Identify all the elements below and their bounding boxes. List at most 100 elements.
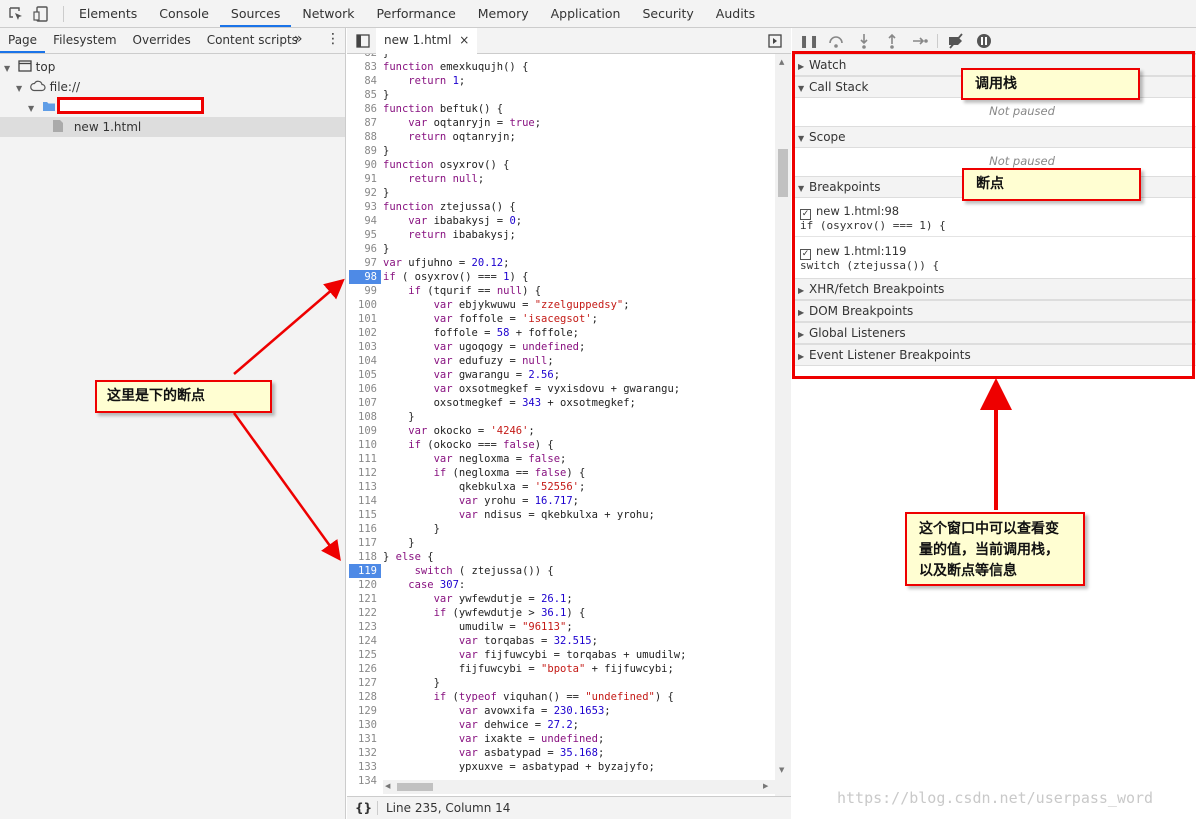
code-line[interactable]: 85}: [347, 88, 777, 102]
code-line[interactable]: 117 }: [347, 536, 777, 550]
code-line[interactable]: 120 case 307:: [347, 578, 777, 592]
line-number[interactable]: 126: [347, 662, 377, 676]
code-line[interactable]: 112 if (negloxma == false) {: [347, 466, 777, 480]
nav-tab-filesystem[interactable]: Filesystem: [45, 28, 124, 53]
line-number[interactable]: 102: [347, 326, 377, 340]
tab-memory[interactable]: Memory: [467, 0, 540, 27]
code-line[interactable]: 86 function beftuk() {: [347, 102, 777, 116]
line-number[interactable]: 128: [347, 690, 377, 704]
line-number[interactable]: 120: [347, 578, 377, 592]
line-number[interactable]: 95: [347, 228, 377, 242]
expand-arrow-icon[interactable]: ▼: [28, 99, 38, 119]
expand-arrow-icon[interactable]: ▼: [4, 59, 14, 79]
tree-item-origin[interactable]: ▼ file://: [16, 77, 80, 97]
toggle-debugger-icon[interactable]: [768, 34, 782, 48]
kebab-menu-icon[interactable]: ⋮: [326, 31, 340, 47]
nav-tab-content-scripts[interactable]: Content scripts: [199, 28, 306, 53]
line-number[interactable]: 96: [347, 242, 377, 256]
code-line[interactable]: 108 }: [347, 410, 777, 424]
line-number[interactable]: 99: [347, 284, 377, 298]
line-number[interactable]: 117: [347, 536, 377, 550]
line-number[interactable]: 88: [347, 130, 377, 144]
line-number[interactable]: 123: [347, 620, 377, 634]
code-line[interactable]: 89}: [347, 144, 777, 158]
tab-application[interactable]: Application: [540, 0, 632, 27]
line-number[interactable]: 100: [347, 298, 377, 312]
code-line[interactable]: 87 var oqtanryjn = true;: [347, 116, 777, 130]
code-line[interactable]: 127 }: [347, 676, 777, 690]
pretty-print-button[interactable]: {}: [355, 797, 372, 819]
code-line[interactable]: 114 var yrohu = 16.717;: [347, 494, 777, 508]
code-line[interactable]: 91 return null;: [347, 172, 777, 186]
toggle-navigator-icon[interactable]: [356, 34, 370, 48]
line-number[interactable]: 84: [347, 74, 377, 88]
tab-audits[interactable]: Audits: [705, 0, 766, 27]
horizontal-scroll-thumb[interactable]: [397, 783, 433, 791]
line-number[interactable]: 92: [347, 186, 377, 200]
code-line[interactable]: 92}: [347, 186, 777, 200]
tab-sources[interactable]: Sources: [219, 0, 292, 27]
line-number[interactable]: 107: [347, 396, 377, 410]
line-number[interactable]: 112: [347, 466, 377, 480]
code-line[interactable]: 132 var asbatypad = 35.168;: [347, 746, 777, 760]
line-number[interactable]: 106: [347, 382, 377, 396]
line-number[interactable]: 86: [347, 102, 377, 116]
code-lines[interactable]: 82}83function emexkuqujh() {84 return 1;…: [347, 54, 777, 794]
line-number[interactable]: 131: [347, 732, 377, 746]
code-line-breakpoint[interactable]: 98 if ( osyxrov() === 1) {: [347, 270, 777, 284]
open-file-tab[interactable]: new 1.html ×: [376, 28, 478, 54]
code-line[interactable]: 100 var ebjykwuwu = "zzelguppedsy";: [347, 298, 777, 312]
step-out-icon[interactable]: [883, 32, 901, 50]
more-tabs-icon[interactable]: »: [294, 31, 303, 47]
code-line[interactable]: 123 umudilw = "96113";: [347, 620, 777, 634]
line-number[interactable]: 127: [347, 676, 377, 690]
code-line[interactable]: 122 if (ywfewdutje > 36.1) {: [347, 606, 777, 620]
line-number[interactable]: 121: [347, 592, 377, 606]
code-line[interactable]: 99 if (tqurif == null) {: [347, 284, 777, 298]
line-number[interactable]: 134: [347, 774, 377, 788]
line-number[interactable]: 104: [347, 354, 377, 368]
code-line[interactable]: 133 ypxuxve = asbatypad + byzajyfo;: [347, 760, 777, 774]
line-number[interactable]: 87: [347, 116, 377, 130]
vertical-scrollbar[interactable]: ▲ ▼: [775, 54, 791, 796]
code-line[interactable]: 94 var ibabakysj = 0;: [347, 214, 777, 228]
line-number[interactable]: 85: [347, 88, 377, 102]
line-number[interactable]: 124: [347, 634, 377, 648]
line-number[interactable]: 103: [347, 340, 377, 354]
code-line[interactable]: 111 var negloxma = false;: [347, 452, 777, 466]
line-number[interactable]: 111: [347, 452, 377, 466]
code-line[interactable]: 105 var gwarangu = 2.56;: [347, 368, 777, 382]
code-line[interactable]: 129 var avowxifa = 230.1653;: [347, 704, 777, 718]
scroll-left-icon[interactable]: ◀: [385, 782, 390, 790]
line-number[interactable]: 132: [347, 746, 377, 760]
tab-security[interactable]: Security: [631, 0, 704, 27]
code-line[interactable]: 109 var okocko = '4246';: [347, 424, 777, 438]
line-number[interactable]: 90: [347, 158, 377, 172]
code-line[interactable]: 97 var ufjuhno = 20.12;: [347, 256, 777, 270]
code-line[interactable]: 104 var edufuzy = null;: [347, 354, 777, 368]
code-line[interactable]: 118} else {: [347, 550, 777, 564]
code-line[interactable]: 93 function ztejussa() {: [347, 200, 777, 214]
code-line[interactable]: 131 var ixakte = undefined;: [347, 732, 777, 746]
code-line[interactable]: 90 function osyxrov() {: [347, 158, 777, 172]
line-number[interactable]: 83: [347, 60, 377, 74]
line-number[interactable]: 91: [347, 172, 377, 186]
tree-item-folder[interactable]: ▼: [28, 97, 56, 117]
breakpoint-marker[interactable]: 98: [349, 270, 381, 284]
vertical-scroll-thumb[interactable]: [778, 149, 788, 197]
code-line[interactable]: 103 var ugoqogy = undefined;: [347, 340, 777, 354]
code-line[interactable]: 95 return ibabakysj;: [347, 228, 777, 242]
line-number[interactable]: 125: [347, 648, 377, 662]
breakpoint-marker[interactable]: 119: [349, 564, 381, 578]
horizontal-scrollbar[interactable]: ◀ ▶: [383, 780, 775, 794]
code-line[interactable]: 102 foffole = 58 + foffole;: [347, 326, 777, 340]
line-number[interactable]: 101: [347, 312, 377, 326]
line-number[interactable]: 114: [347, 494, 377, 508]
line-number[interactable]: 118: [347, 550, 377, 564]
tab-performance[interactable]: Performance: [366, 0, 467, 27]
code-line[interactable]: 116 }: [347, 522, 777, 536]
tab-elements[interactable]: Elements: [68, 0, 148, 27]
line-number[interactable]: 109: [347, 424, 377, 438]
tree-item-file[interactable]: new 1.html: [0, 117, 345, 137]
line-number[interactable]: 89: [347, 144, 377, 158]
